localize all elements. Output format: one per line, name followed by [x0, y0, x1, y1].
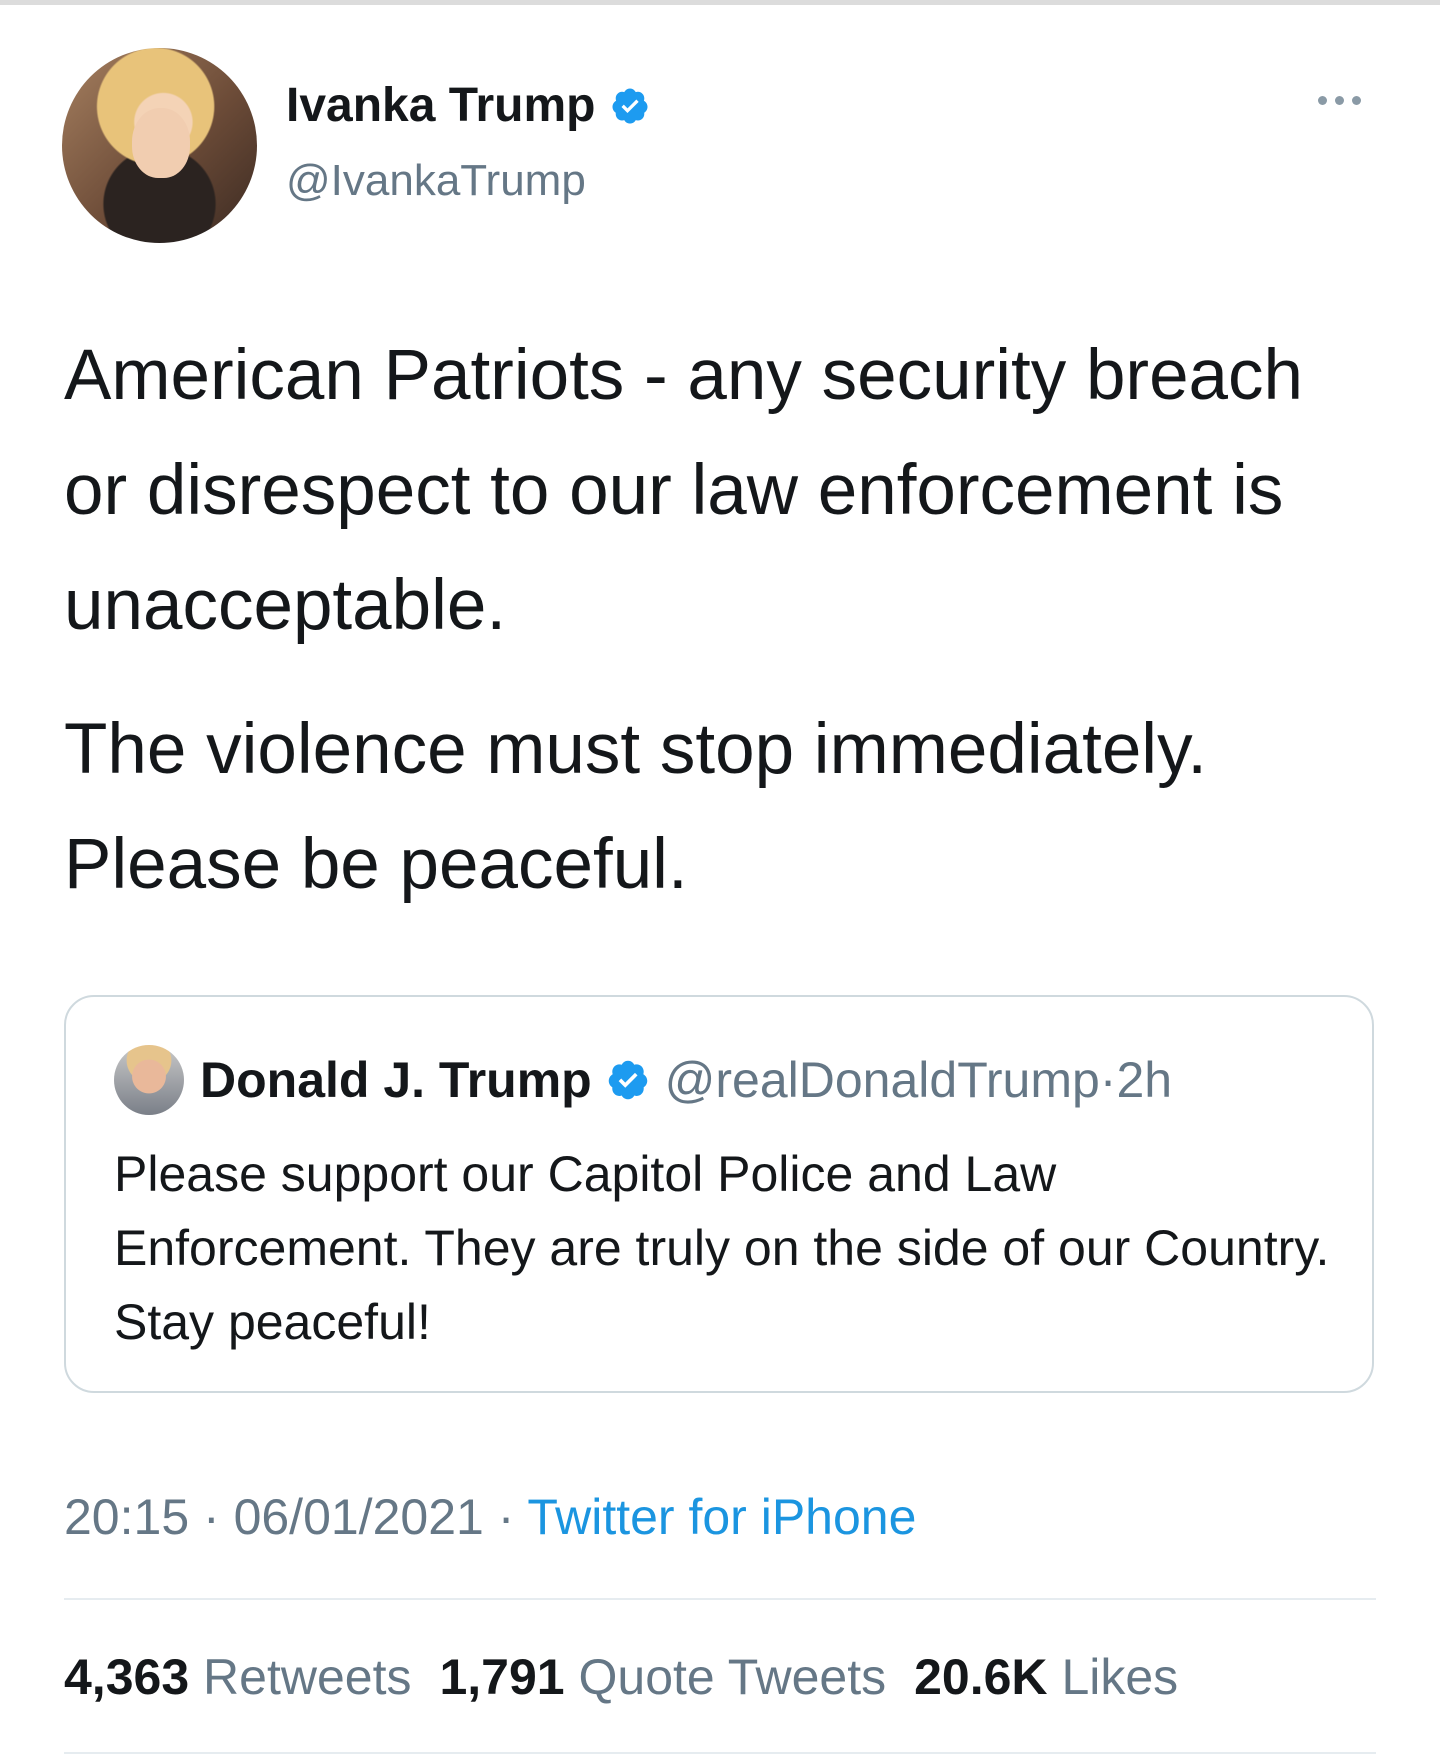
author-name-row: Ivanka Trump [286, 78, 650, 133]
retweets-stat[interactable]: 4,363 Retweets [64, 1649, 411, 1705]
quoted-timestamp[interactable]: 2h [1116, 1052, 1172, 1108]
verified-badge-icon [612, 88, 648, 123]
quoted-tweet-card[interactable]: Donald J. Trump @realDonaldTrump·2h Plea… [64, 995, 1374, 1393]
tweet-date[interactable]: 06/01/2021 [234, 1489, 484, 1545]
quote-tweets-label: Quote Tweets [578, 1649, 887, 1705]
divider [64, 1598, 1376, 1600]
meta-separator: · [189, 1489, 234, 1545]
verified-badge-icon [608, 1060, 648, 1100]
likes-count: 20.6K [914, 1649, 1048, 1705]
tweet-meta: 20:15 · 06/01/2021 · Twitter for iPhone [64, 1488, 916, 1546]
quote-tweets-stat[interactable]: 1,791 Quote Tweets [439, 1649, 886, 1705]
author-name[interactable]: Ivanka Trump [286, 78, 595, 133]
author-handle[interactable]: @IvankaTrump [286, 156, 586, 206]
retweets-label: Retweets [203, 1649, 412, 1705]
author-avatar[interactable] [62, 48, 257, 243]
tweet-text-paragraph: American Patriots - any security breach … [64, 336, 1304, 645]
engagement-stats: 4,363 Retweets 1,791 Quote Tweets 20.6K Li… [64, 1648, 1206, 1706]
quoted-author-avatar[interactable] [114, 1045, 184, 1115]
likes-stat[interactable]: 20.6K Likes [914, 1649, 1178, 1705]
quoted-tweet-text: Please support our Capitol Police and La… [114, 1146, 1330, 1350]
quoted-meta-separator: · [1099, 1052, 1117, 1108]
retweets-count: 4,363 [64, 1649, 190, 1705]
quoted-author-handle[interactable]: @realDonaldTrump [665, 1052, 1100, 1108]
tweet-source-link[interactable]: Twitter for iPhone [527, 1489, 916, 1545]
tweet-text-paragraph: The violence must stop immediately. Plea… [64, 710, 1208, 904]
quoted-author-name[interactable]: Donald J. Trump [200, 1052, 592, 1108]
divider [64, 1752, 1376, 1754]
tweet-time[interactable]: 20:15 [64, 1489, 189, 1545]
tweet-card: Ivanka Trump @IvankaTrump American Patri… [0, 0, 1440, 1759]
quote-tweets-count: 1,791 [439, 1649, 565, 1705]
more-dots-icon[interactable] [1318, 92, 1378, 122]
meta-separator: · [483, 1489, 528, 1545]
likes-label: Likes [1061, 1649, 1179, 1705]
quoted-tweet-header: Donald J. Trump @realDonaldTrump·2h [200, 1051, 1172, 1109]
